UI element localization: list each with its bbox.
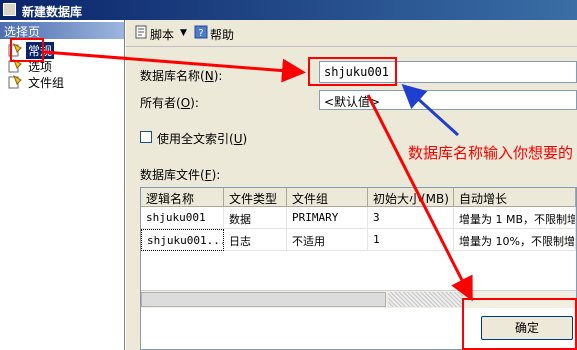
red-arrow-to-ok [366,94,473,302]
red-arrow-to-name [43,50,306,83]
blue-arrow-to-name [401,83,460,137]
annotation-arrows [43,50,473,302]
